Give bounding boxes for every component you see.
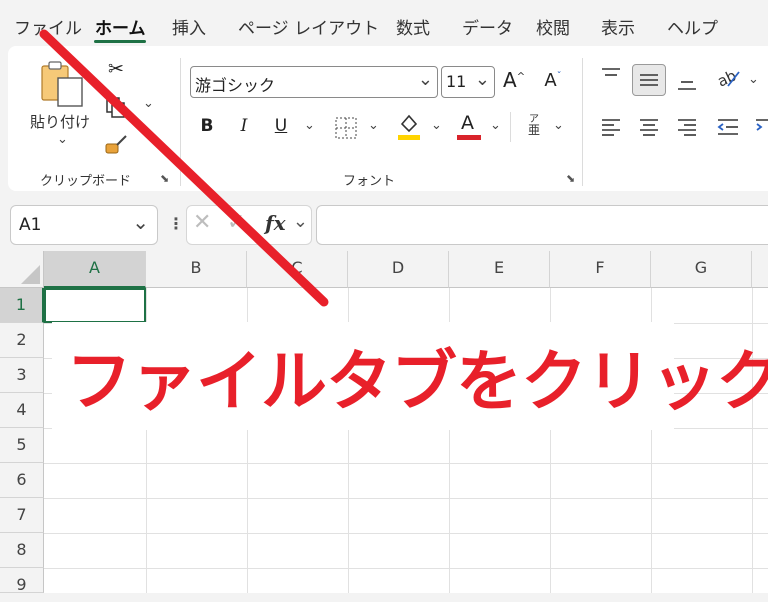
annotation-arrow xyxy=(39,29,329,307)
